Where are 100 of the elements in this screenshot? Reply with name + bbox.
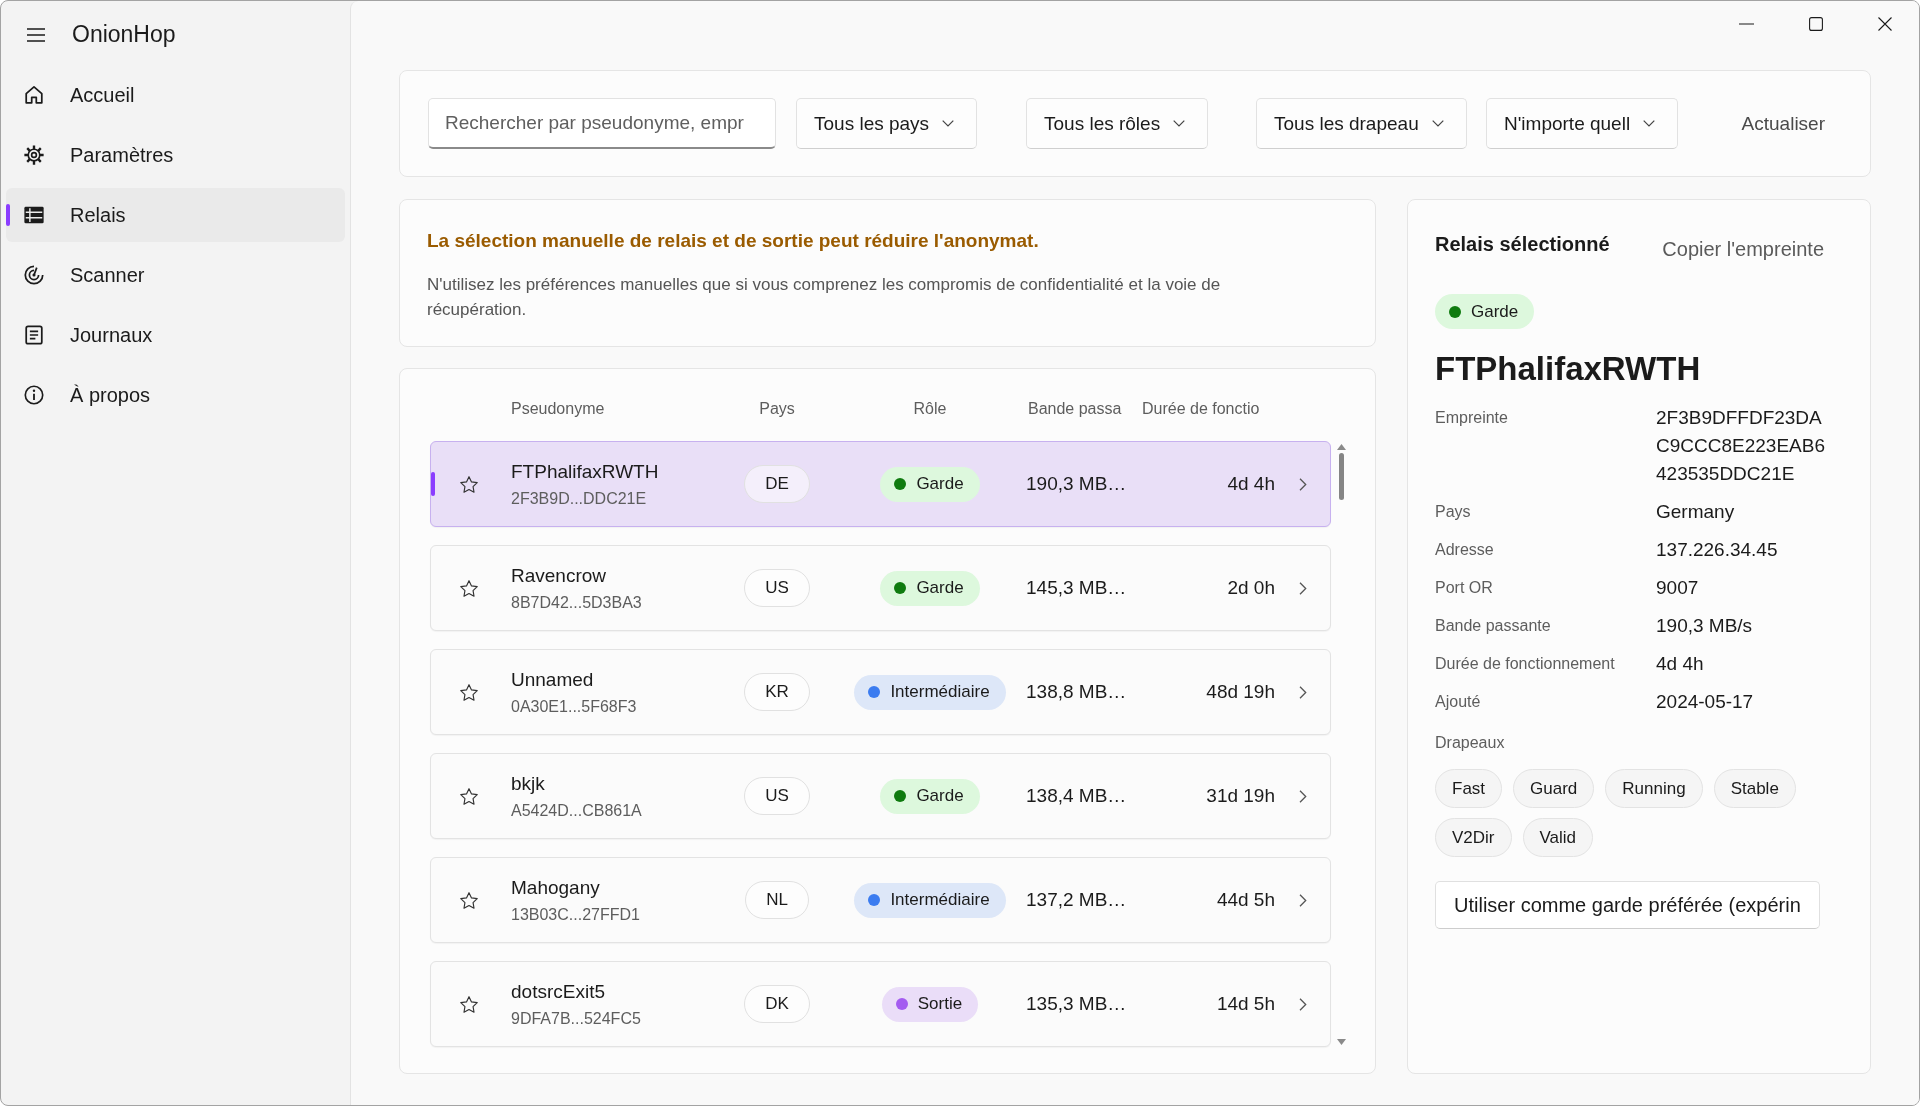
bandwidth-value: 138,4 MB…	[1026, 785, 1127, 807]
dropdown[interactable]: Tous les drapeau	[1256, 98, 1467, 149]
star-icon[interactable]	[460, 579, 478, 597]
relay-name: Mahogany	[511, 875, 600, 900]
bandwidth-value: 137,2 MB…	[1026, 889, 1127, 911]
app-title: OnionHop	[72, 21, 176, 48]
relay-name: Unnamed	[511, 667, 594, 692]
nav-item[interactable]: Relais	[6, 188, 345, 242]
flags-label: Drapeaux	[1435, 733, 1505, 753]
scroll-down-icon[interactable]	[1336, 1039, 1346, 1045]
chevron-down-icon	[1173, 120, 1186, 127]
chevron-right-icon	[1298, 581, 1307, 595]
relay-name: bkjk	[511, 771, 545, 796]
nav-item[interactable]: Scanner	[6, 248, 345, 302]
relay-fingerprint: A5424D...CB861A	[511, 800, 642, 821]
flag-tag: Stable	[1713, 769, 1796, 808]
field-label: Durée de fonctionnement	[1435, 654, 1615, 674]
scroll-up-icon[interactable]	[1336, 444, 1346, 450]
chevron-down-icon	[1431, 120, 1444, 127]
warning-title: La sélection manuelle de relais et de sortie peut réduire l'anonymat.	[427, 229, 1040, 253]
chevron-right-icon	[1298, 997, 1307, 1011]
uptime-value: 31d 19h	[1206, 785, 1275, 807]
column-header: Rôle	[913, 400, 947, 418]
field-label: Bande passante	[1435, 616, 1551, 636]
flag-tag: Guard	[1513, 769, 1595, 808]
search-field[interactable]: Rechercher par pseudonyme, empr	[428, 98, 776, 149]
chevron-right-icon	[1298, 789, 1307, 803]
uptime-value: 14d 5h	[1216, 993, 1275, 1015]
relay-name: dotsrcExit5	[511, 979, 605, 1004]
relay-fingerprint: 9DFA7B...524FC5	[511, 1008, 641, 1029]
relay-fingerprint: 2F3B9D...DDC21E	[511, 488, 647, 509]
bandwidth-value: 190,3 MB…	[1026, 473, 1127, 495]
column-header: Durée de fonctio	[1142, 400, 1260, 418]
role-label: Garde	[916, 474, 964, 494]
gear-icon	[23, 144, 45, 166]
star-icon[interactable]	[460, 683, 478, 701]
dropdown[interactable]: Tous les pays	[796, 98, 978, 149]
relay-row[interactable]: Mahogany 13B03C...27FFD1 NL Intermédiaire 137,2 MB… 44d 5h	[430, 857, 1331, 943]
dropdown[interactable]: N'importe quell	[1486, 98, 1679, 149]
relay-row[interactable]: FTPhalifaxRWTH 2F3B9D...DDC21E DE Garde 190,3 MB… 4d 4h	[430, 441, 1331, 527]
chevron-right-icon	[1298, 893, 1307, 907]
country-code: NL	[745, 881, 809, 919]
nav-item[interactable]: Journaux	[6, 308, 345, 362]
field-label: Port OR	[1435, 578, 1493, 598]
field-value: Germany	[1656, 500, 1735, 524]
role-label: Sortie	[917, 994, 963, 1014]
scrollbar-thumb[interactable]	[1338, 453, 1344, 500]
relay-name: FTPhalifaxRWTH	[511, 459, 659, 484]
relay-fingerprint: 8B7D42...5D3BA3	[511, 592, 642, 613]
flag-tag: Running	[1605, 769, 1703, 808]
warning-text: N'utilisez les préférences manuelles que si vous comprenez les compromis de confidentialité et la voie de récupération.	[427, 274, 1222, 321]
role-label: Intermédiaire	[890, 682, 990, 702]
field-label: Ajouté	[1435, 692, 1481, 712]
role-label: Garde	[1471, 301, 1519, 322]
chevron-down-icon	[1643, 120, 1656, 127]
dropdown[interactable]: Tous les rôles	[1026, 98, 1209, 149]
home-icon	[23, 84, 45, 106]
field-value: 2F3B9DFFDF23DAC9CCC8E223EAB6423535DDC21E	[1656, 406, 1826, 486]
relay-row[interactable]: Unnamed 0A30E1...5F68F3 KR Intermédiaire 138,8 MB… 48d 19h	[430, 649, 1331, 735]
maximize-icon[interactable]	[1808, 17, 1823, 31]
role-label: Intermédiaire	[890, 890, 990, 910]
list-icon	[23, 204, 45, 226]
star-icon[interactable]	[460, 787, 478, 805]
field-label: Pays	[1435, 502, 1471, 522]
column-header: Pays	[759, 400, 795, 418]
nav-item[interactable]: À propos	[6, 368, 345, 422]
relay-row[interactable]: Ravencrow 8B7D42...5D3BA3 US Garde 145,3 MB… 2d 0h	[430, 545, 1331, 631]
flag-tag: V2Dir	[1435, 818, 1512, 857]
close-icon[interactable]	[1877, 17, 1892, 31]
country-code: DK	[744, 985, 810, 1023]
relay-name: Ravencrow	[511, 563, 607, 588]
field-label: Adresse	[1435, 540, 1494, 560]
field-label: Empreinte	[1435, 408, 1508, 428]
relay-row[interactable]: dotsrcExit5 9DFA7B...524FC5 DK Sortie 135,3 MB… 14d 5h	[430, 961, 1331, 1047]
menu-icon[interactable]	[27, 27, 45, 42]
nav-item[interactable]: Paramètres	[6, 128, 345, 182]
bandwidth-value: 135,3 MB…	[1026, 993, 1127, 1015]
refresh-button[interactable]: Actualiser	[1723, 102, 1843, 145]
bandwidth-value: 138,8 MB…	[1026, 681, 1127, 703]
column-header: Pseudonyme	[511, 400, 606, 418]
star-icon[interactable]	[460, 475, 478, 493]
chevron-right-icon	[1298, 477, 1307, 491]
chevron-down-icon	[942, 120, 955, 127]
star-icon[interactable]	[460, 891, 478, 909]
radar-icon	[23, 264, 45, 286]
field-value: 137.226.34.45	[1656, 538, 1778, 562]
info-icon	[23, 384, 45, 406]
star-icon[interactable]	[460, 995, 478, 1013]
nav-item[interactable]: Accueil	[6, 68, 345, 122]
preferred-guard-button[interactable]: Utiliser comme garde préférée (expérin	[1435, 881, 1820, 929]
role-label: Garde	[916, 578, 964, 598]
uptime-value: 2d 0h	[1227, 577, 1275, 599]
relay-title: FTPhalifaxRWTH	[1435, 349, 1701, 389]
panel-title: Relais sélectionné	[1435, 232, 1610, 257]
uptime-value: 44d 5h	[1216, 889, 1275, 911]
relay-fingerprint: 13B03C...27FFD1	[511, 904, 640, 925]
active-indicator-icon	[6, 204, 10, 226]
copy-fingerprint-button[interactable]: Copier l'empreinte	[1652, 230, 1834, 268]
relay-row[interactable]: bkjk A5424D...CB861A US Garde 138,4 MB… 31d 19h	[430, 753, 1331, 839]
role-label: Garde	[916, 786, 964, 806]
